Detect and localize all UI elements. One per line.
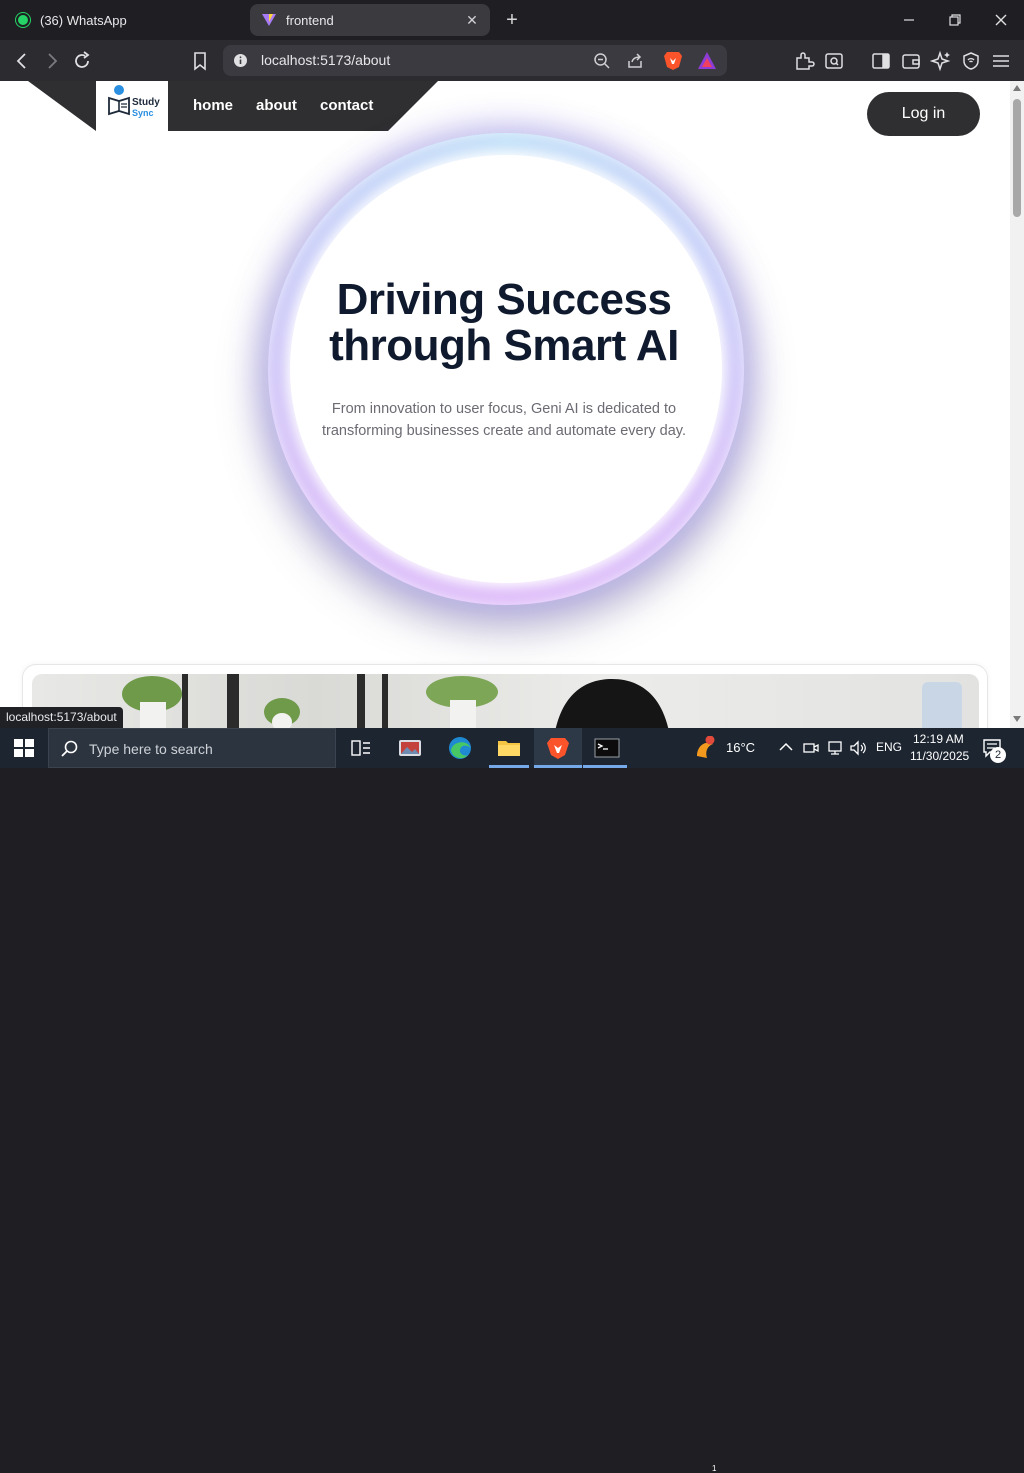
terminal-icon[interactable]: [594, 736, 620, 760]
office-photo: [32, 674, 979, 728]
vite-icon: [262, 14, 276, 26]
weather-temperature[interactable]: 16°C: [726, 740, 755, 755]
url-text: localhost:5173/about: [261, 52, 391, 68]
leo-ai-icon[interactable]: [930, 50, 952, 72]
tab-label: frontend: [286, 12, 334, 28]
hero-title: Driving Success through Smart AI: [254, 277, 754, 369]
close-window-icon[interactable]: [991, 10, 1011, 30]
brave-shields-icon[interactable]: [663, 50, 683, 71]
sidebar-icon[interactable]: [870, 50, 892, 72]
about-image-card: [22, 664, 988, 728]
share-icon[interactable]: [626, 52, 644, 70]
wallet-icon[interactable]: [900, 50, 922, 72]
vpn-shield-icon[interactable]: [960, 50, 982, 72]
site-info-icon[interactable]: [233, 53, 248, 68]
photos-app-icon[interactable]: [397, 736, 423, 760]
hero-subtitle-line2: transforming businesses create and autom…: [321, 423, 687, 439]
clock-date[interactable]: 11/30/2025: [910, 749, 969, 763]
study-sync-logo-icon: [108, 85, 130, 116]
edge-browser-icon[interactable]: [447, 736, 473, 760]
login-button[interactable]: Log in: [867, 92, 980, 136]
zoom-icon[interactable]: [593, 52, 611, 70]
browser-toolbar: localhost:5173/about: [0, 40, 1024, 81]
language-indicator[interactable]: ENG: [876, 740, 902, 754]
tab-label: (36) WhatsApp: [40, 12, 127, 28]
weather-icon[interactable]: [693, 736, 719, 760]
chevron-up-icon[interactable]: [779, 742, 793, 752]
brave-taskbar-icon[interactable]: [545, 736, 571, 760]
windows-start-icon[interactable]: [14, 739, 34, 757]
address-bar[interactable]: localhost:5173/about: [223, 45, 727, 76]
nav-link-about[interactable]: about: [256, 97, 297, 114]
clock-time[interactable]: 12:19 AM: [913, 732, 964, 746]
reload-icon[interactable]: [71, 50, 93, 72]
volume-icon[interactable]: [849, 740, 867, 756]
hero-subtitle: From innovation to user focus, Geni AI i…: [284, 398, 724, 442]
nav-link-contact[interactable]: contact: [320, 97, 373, 114]
bookmark-icon[interactable]: [189, 50, 211, 72]
restore-icon[interactable]: [945, 10, 965, 30]
logo-text-study: Study: [132, 97, 160, 108]
site-logo[interactable]: Study Sync: [96, 81, 168, 131]
close-tab-icon[interactable]: ✕: [464, 12, 480, 28]
search-icon: [61, 740, 78, 757]
whatsapp-icon: [16, 13, 30, 27]
status-bar-url: localhost:5173/about: [0, 707, 123, 728]
menu-icon[interactable]: [990, 50, 1012, 72]
meet-now-icon[interactable]: [803, 740, 819, 756]
extensions-icon[interactable]: [793, 50, 815, 72]
logo-text-sync: Sync: [132, 108, 154, 118]
brave-rewards-icon[interactable]: [697, 51, 717, 70]
browser-tab-strip: (36) WhatsApp frontend ✕ +: [0, 0, 1024, 40]
scrollbar-thumb[interactable]: [1013, 99, 1021, 217]
file-explorer-icon[interactable]: [496, 736, 522, 760]
nav-link-home[interactable]: home: [193, 97, 233, 114]
notification-count-badge: 2: [990, 747, 1006, 763]
network-icon[interactable]: [826, 740, 844, 756]
page-scrollbar[interactable]: [1010, 81, 1024, 728]
web-page: Study Sync home about contact Log in Dri…: [0, 81, 1010, 728]
tab-whatsapp[interactable]: (36) WhatsApp: [0, 0, 248, 40]
scroll-down-icon[interactable]: [1013, 716, 1021, 722]
taskbar-search-placeholder: Type here to search: [89, 741, 213, 757]
weather-badge: 1: [712, 1464, 717, 1473]
hero-title-line2: through Smart AI: [329, 321, 679, 370]
reader-search-icon[interactable]: [823, 50, 845, 72]
hero-title-line1: Driving Success: [336, 275, 672, 324]
taskbar-search-box[interactable]: Type here to search: [48, 728, 336, 768]
minimize-icon[interactable]: [899, 10, 919, 30]
task-view-icon[interactable]: [348, 736, 374, 760]
scroll-up-icon[interactable]: [1013, 85, 1021, 91]
back-icon[interactable]: [11, 50, 33, 72]
hero-subtitle-line1: From innovation to user focus, Geni AI i…: [331, 401, 677, 417]
forward-icon[interactable]: [41, 50, 63, 72]
office-photo-illustration: [122, 674, 962, 728]
tab-frontend[interactable]: frontend ✕: [250, 4, 490, 36]
windows-taskbar: Type here to search 1 16°C ENG 12:19 AM …: [0, 728, 1024, 1473]
new-tab-button[interactable]: +: [502, 10, 522, 30]
